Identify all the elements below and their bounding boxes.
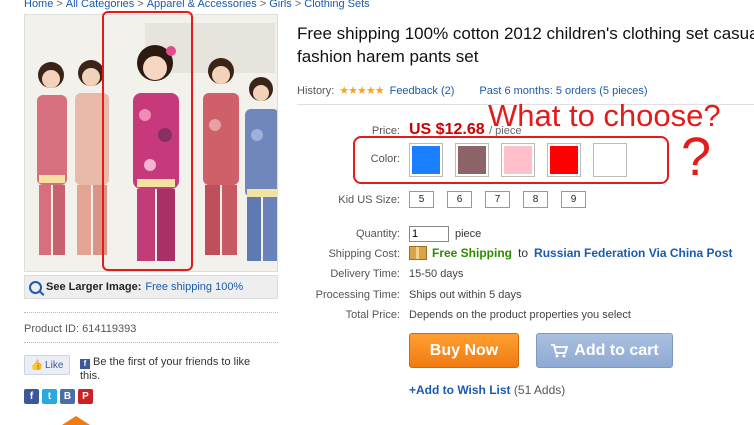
highlight-box-colors [353,136,669,184]
size-option[interactable]: 9 [561,191,586,208]
total-label: Total Price: [345,309,400,321]
see-larger-image-bar: See Larger Image: Free shipping 100% [24,275,278,299]
breadcrumb-apparel[interactable]: Apparel & Accessories [147,0,257,10]
like-label: Like [45,359,64,371]
product-id-label: Product ID: [24,323,80,335]
shipping-label: Shipping Cost: [328,248,400,260]
wishlist-count: (51 Adds) [513,383,566,397]
size-label: Kid US Size: [338,194,400,206]
package-icon [409,246,427,260]
past-orders-link[interactable]: Past 6 months: 5 orders (5 pieces) [479,85,647,97]
blogger-icon[interactable]: B [60,389,75,404]
pinterest-icon[interactable]: P [78,389,93,404]
delivery-value: 15-50 days [409,268,464,280]
rating-stars-icon: ★★★★★ [339,85,384,97]
facebook-like-button[interactable]: 👍 Like [24,355,70,375]
processing-label: Processing Time: [315,289,400,301]
size-option[interactable]: 5 [409,191,434,208]
size-option[interactable]: 7 [485,191,510,208]
breadcrumb-separator: > [294,0,302,10]
size-option[interactable]: 6 [447,191,472,208]
product-id-value: 614119393 [82,323,137,335]
breadcrumb-girls[interactable]: Girls [269,0,292,10]
shipping-to-text: to [518,246,529,260]
thumbs-up-icon: 👍 [30,359,44,371]
history-row: History: ★★★★★ Feedback (2) Past 6 month… [297,84,648,98]
share-icons: f t B P [24,389,93,404]
add-to-cart-button[interactable]: Add to cart [536,333,673,368]
quantity-unit: piece [455,228,482,240]
like-prompt: f Be the first of your friends to like th… [80,355,270,383]
divider [24,342,278,343]
delivery-label: Delivery Time: [330,268,400,280]
size-option[interactable]: 8 [523,191,548,208]
see-larger-link[interactable]: Free shipping 100% [145,281,243,293]
free-shipping-text: Free Shipping [432,246,513,260]
twitter-icon[interactable]: t [42,389,57,404]
quantity-input[interactable] [409,226,449,242]
quantity-row: piece [409,226,481,242]
quantity-label: Quantity: [355,228,400,240]
shipping-row: Free Shipping to Russian Federation Via … [409,246,733,260]
history-label: History: [297,84,335,97]
processing-value: Ships out within 5 days [409,289,522,301]
breadcrumb-clothing-sets[interactable]: Clothing Sets [304,0,369,10]
highlight-box-product [102,11,193,271]
feedback-link[interactable]: Feedback (2) [390,85,455,97]
breadcrumb-separator: > [137,0,144,10]
breadcrumb-separator: > [259,0,267,10]
breadcrumb-separator: > [56,0,63,10]
product-id: Product ID: 614119393 [24,323,136,335]
total-value: Depends on the product properties you se… [409,309,631,321]
wishlist-row: +Add to Wish List (51 Adds) [409,383,565,397]
facebook-icon[interactable]: f [24,389,39,404]
buy-now-button[interactable]: Buy Now [409,333,519,368]
breadcrumb-all-categories[interactable]: All Categories [66,0,134,10]
zoom-icon [29,280,42,294]
product-title: Free shipping 100% cotton 2012 children'… [297,24,754,66]
orange-arrow-icon [62,416,90,425]
size-options: 5 6 7 8 9 [409,191,586,208]
divider [24,312,278,313]
like-prompt-text: Be the first of your friends to like thi… [80,356,251,382]
facebook-small-icon: f [80,359,90,369]
cart-icon [551,343,569,357]
shipping-destination-link[interactable]: Russian Federation Via China Post [534,246,733,260]
add-to-wishlist-link[interactable]: +Add to Wish List [409,383,511,397]
add-to-cart-label: Add to cart [574,341,659,359]
annotation-question-mark: ? [681,127,712,187]
breadcrumb-home[interactable]: Home [24,0,53,10]
breadcrumb: Home > All Categories > Apparel & Accessorie… [24,0,370,10]
see-larger-label: See Larger Image: [46,281,142,293]
